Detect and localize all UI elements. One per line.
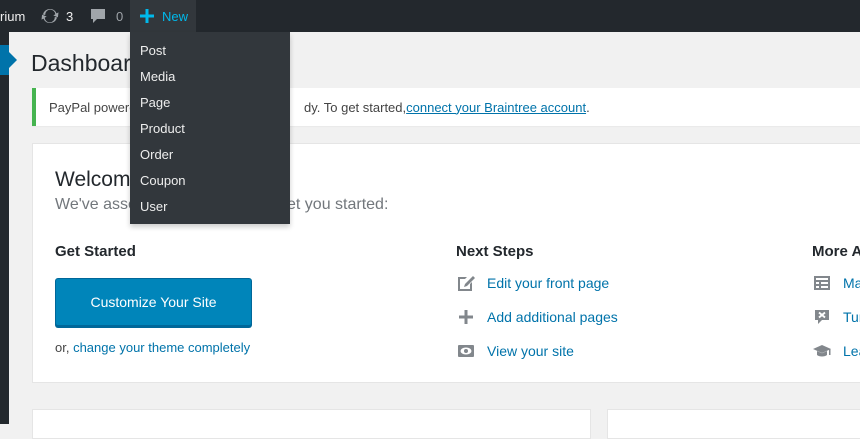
manage-widgets-label: Ma (843, 275, 860, 291)
plus-icon (459, 310, 473, 324)
change-theme-prefix: or, (55, 340, 74, 355)
new-label: New (162, 8, 189, 24)
comment-icon (91, 9, 105, 23)
new-media-item[interactable]: Media (130, 64, 290, 90)
welcome-about: We've asse et you started: (55, 196, 388, 214)
admin-menu-current-item[interactable] (0, 45, 9, 75)
comments-link[interactable]: 0 (90, 0, 123, 32)
more-actions-heading: More A (812, 243, 860, 260)
connect-braintree-link[interactable]: connect your Braintree account (406, 100, 586, 115)
welcome-title: Welcome (55, 168, 131, 191)
new-content-menu: Post Media Page Product Order Coupon Use… (130, 32, 290, 224)
view-site-link[interactable]: View your site (456, 341, 574, 361)
welcome-about-lead: We've asse (55, 196, 131, 213)
welcome-about-tail: et you started: (287, 196, 389, 213)
notice-text: dy. To get started, (304, 99, 407, 115)
comments-count: 0 (116, 8, 124, 24)
updates-icon (41, 8, 59, 24)
add-pages-link[interactable]: Add additional pages (456, 307, 618, 327)
turn-comments-label: Tur (843, 309, 860, 325)
edit-front-page-label: Edit your front page (487, 275, 610, 291)
turn-comments-link[interactable]: Tur (812, 307, 860, 327)
customize-site-button[interactable]: Customize Your Site (55, 278, 252, 326)
updates-count: 3 (66, 8, 74, 24)
get-started-heading: Get Started (55, 243, 136, 260)
new-post-item[interactable]: Post (130, 38, 290, 64)
admin-bar: rium 3 0 New (0, 0, 860, 32)
add-pages-label: Add additional pages (487, 309, 618, 325)
page-title: Dashboard (31, 50, 144, 76)
admin-menu (0, 32, 9, 424)
learn-more-link[interactable]: Lea (812, 341, 860, 361)
comments-off-icon (815, 310, 829, 324)
manage-widgets-link[interactable]: Ma (812, 273, 860, 293)
learn-more-label: Lea (843, 343, 860, 359)
visibility-icon (458, 345, 474, 357)
learn-more-icon (813, 345, 831, 357)
new-product-item[interactable]: Product (130, 116, 290, 142)
dashboard-widget-box (32, 409, 591, 439)
notice-text-end: . (586, 99, 590, 115)
next-steps-heading: Next Steps (456, 243, 534, 260)
plus-icon (140, 9, 154, 23)
view-site-label: View your site (487, 343, 574, 359)
dashboard-widget-box (607, 409, 860, 439)
edit-front-page-link[interactable]: Edit your front page (456, 273, 609, 293)
new-page-item[interactable]: Page (130, 90, 290, 116)
change-theme-text: or, change your theme completely (55, 340, 250, 355)
new-content-button[interactable]: New (130, 0, 196, 32)
current-menu-arrow (9, 52, 17, 68)
change-theme-link[interactable]: change your theme completely (73, 340, 250, 355)
new-coupon-item[interactable]: Coupon (130, 168, 290, 194)
updates-link[interactable]: 3 (40, 0, 73, 32)
new-user-item[interactable]: User (130, 194, 290, 220)
site-name-link[interactable]: rium (0, 0, 25, 32)
edit-page-icon (458, 276, 475, 291)
site-name-label: rium (0, 8, 26, 24)
new-order-item[interactable]: Order (130, 142, 290, 168)
widgets-menus-icon (814, 276, 830, 290)
